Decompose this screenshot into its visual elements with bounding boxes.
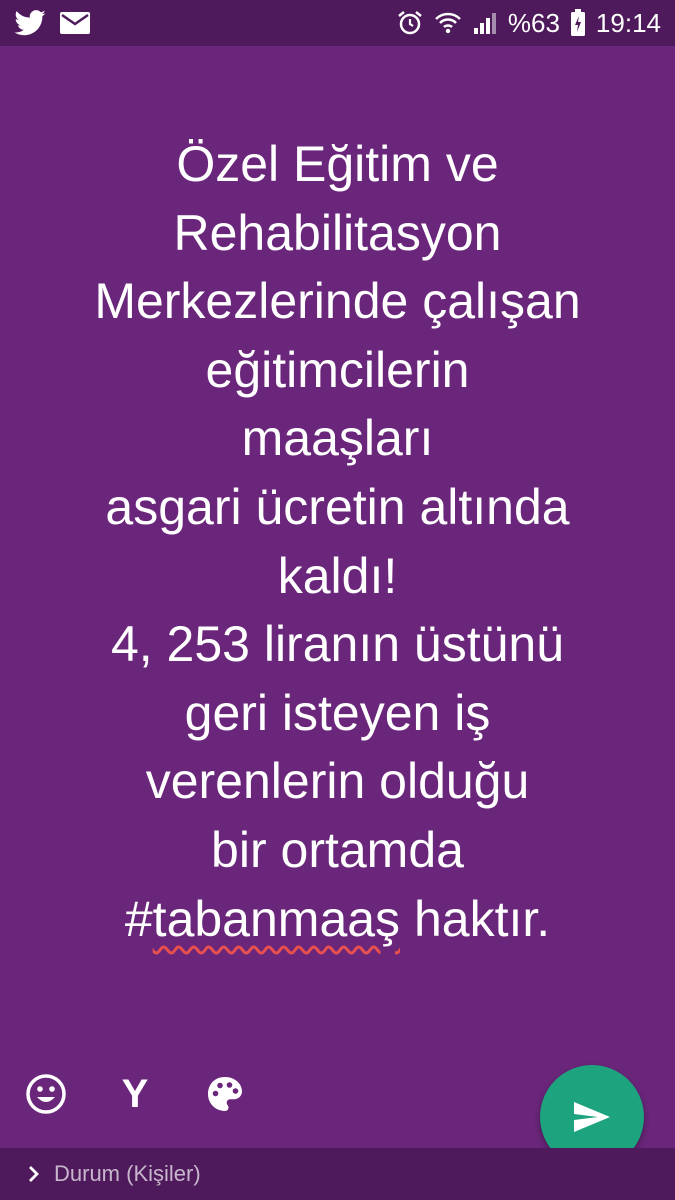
status-text-last-line: #tabanmaaş haktır.	[30, 885, 645, 954]
status-text-line: verenlerin olduğu	[145, 753, 530, 810]
chevron-right-icon	[28, 1165, 40, 1183]
composer-toolbar: Y	[0, 1062, 500, 1126]
send-icon	[572, 1100, 612, 1134]
audience-bar[interactable]: Durum (Kişiler)	[0, 1148, 675, 1200]
battery-percentage: %63	[507, 7, 560, 38]
audience-label: Durum (Kişiler)	[54, 1161, 201, 1186]
palette-icon	[205, 1074, 245, 1114]
hashtag-symbol: #	[124, 890, 153, 947]
status-bar-right: %63 19:14	[396, 8, 661, 39]
status-bar-left	[14, 10, 90, 36]
twitter-icon	[14, 10, 46, 36]
emoji-button[interactable]	[14, 1062, 78, 1126]
clock-time: 19:14	[595, 7, 661, 38]
font-button[interactable]: Y	[103, 1062, 167, 1126]
status-text-line: bir ortamda	[211, 821, 464, 878]
status-text-line-suffix: haktır.	[400, 890, 551, 947]
signal-icon	[472, 10, 498, 36]
status-text-line: Merkezlerinde çalışan	[94, 273, 581, 330]
status-text-line: asgari ücretin altında	[105, 478, 570, 535]
emoji-icon	[25, 1073, 67, 1115]
mail-icon	[60, 12, 90, 34]
battery-charging-icon	[570, 9, 586, 37]
alarm-icon	[396, 9, 424, 37]
status-text-input[interactable]: Özel Eğitim ve Rehabilitasyon Merkezleri…	[30, 130, 645, 953]
wifi-icon	[434, 10, 462, 36]
status-text-line: Özel Eğitim ve	[176, 136, 499, 192]
status-text-line: geri isteyen iş	[184, 684, 491, 741]
status-text-line: maaşları	[241, 410, 434, 467]
status-bar: %63 19:14	[0, 0, 675, 46]
status-text-line: Rehabilitasyon	[173, 204, 502, 261]
status-text-line: kaldı!	[277, 547, 398, 604]
hashtag-word-misspelled[interactable]: tabanmaaş	[153, 891, 400, 947]
font-icon: Y	[121, 1071, 149, 1116]
status-text-line: 4, 253 liranın üstünü	[110, 616, 565, 673]
color-button[interactable]	[193, 1062, 257, 1126]
status-text-line: eğitimcilerin	[205, 341, 470, 398]
